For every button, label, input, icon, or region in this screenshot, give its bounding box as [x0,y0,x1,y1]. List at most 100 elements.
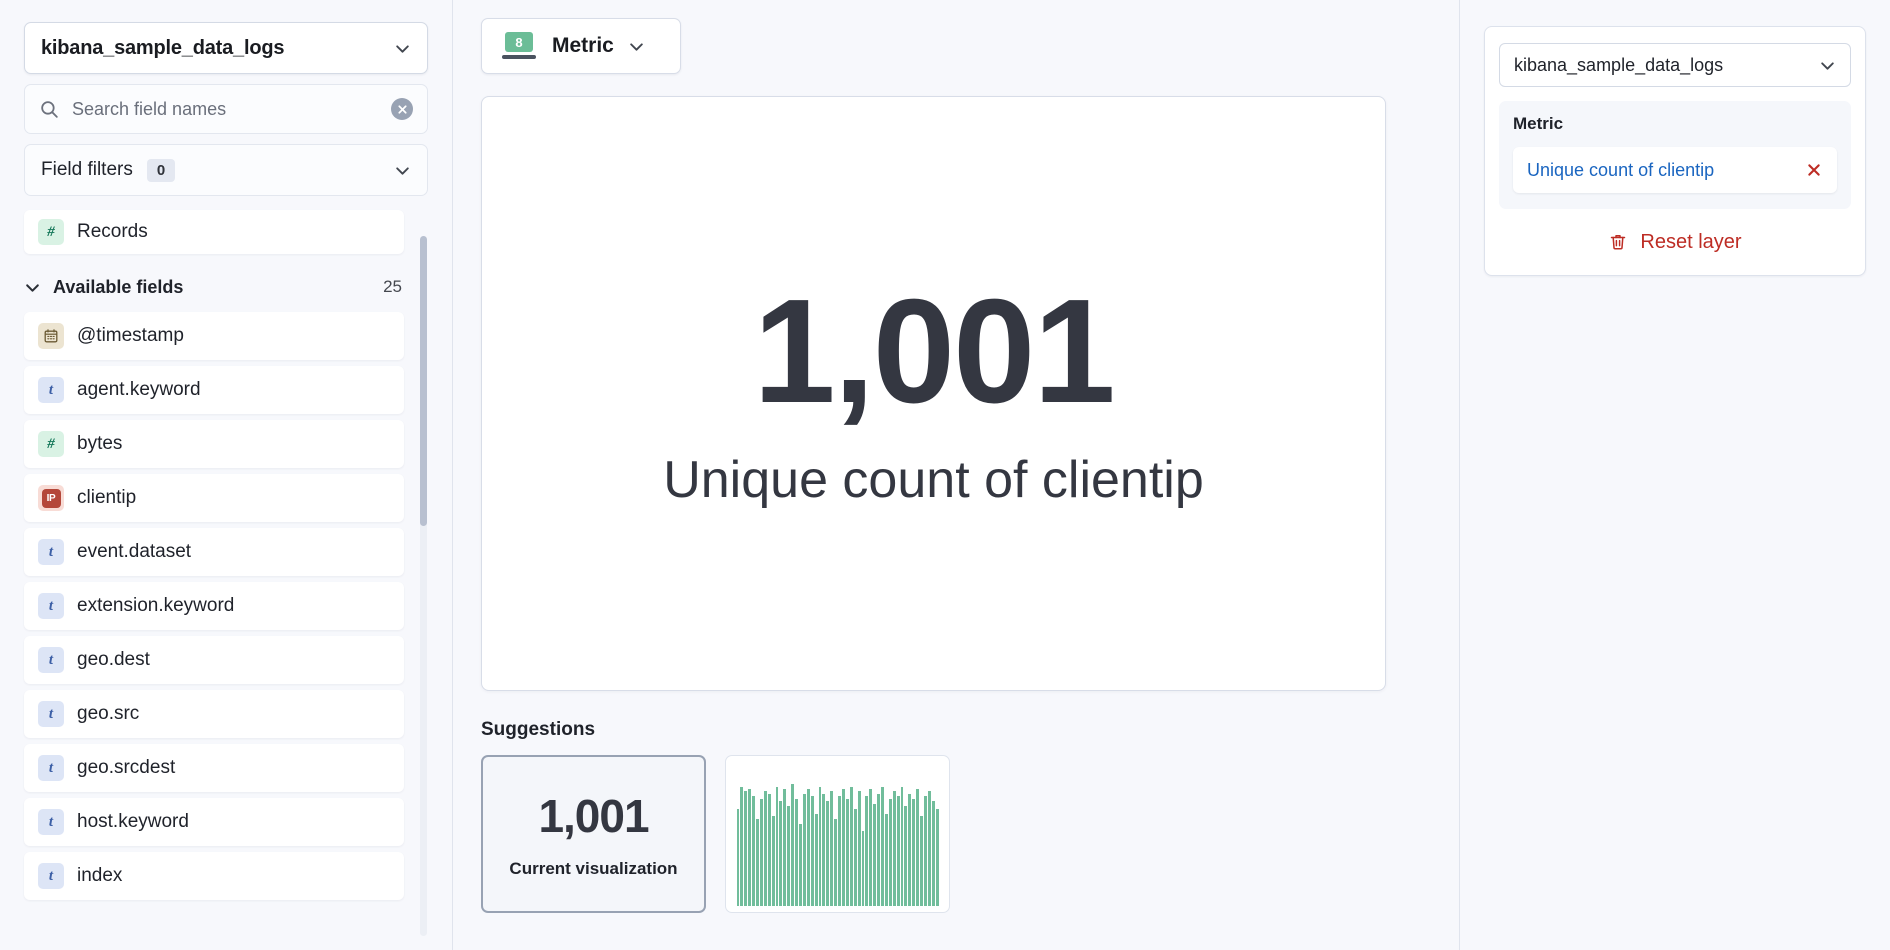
bar [850,787,853,907]
chevron-down-icon [24,279,41,296]
bar [803,794,806,906]
bar [889,799,892,906]
field-item[interactable]: IP clientip [24,474,404,522]
dimension-label: Unique count of clientip [1527,160,1801,181]
field-item[interactable]: tgeo.src [24,690,404,738]
suggestions-list: 1,001 Current visualization [481,755,1460,913]
clear-search-icon[interactable] [391,98,413,120]
data-view-label: kibana_sample_data_logs [41,37,394,60]
reset-layer-button[interactable]: Reset layer [1499,223,1851,261]
bar [822,794,825,906]
field-item[interactable]: tevent.dataset [24,528,404,576]
metric-icon-glyph: 8 [505,32,533,52]
field-name: Records [77,221,148,243]
chevron-down-icon [394,40,411,57]
visualization-canvas[interactable]: 1,001 Unique count of clientip [481,96,1386,691]
suggestion-bar-chart[interactable] [725,755,950,913]
field-item[interactable]: @timestamp [24,312,404,360]
chevron-down-icon [1819,57,1836,74]
suggestion-current-visualization[interactable]: 1,001 Current visualization [481,755,706,913]
bar [858,791,861,906]
bar [760,799,763,906]
field-name: host.keyword [77,811,189,833]
bar [737,809,740,906]
field-item-records[interactable]: # Records [24,210,404,254]
config-data-view-selector[interactable]: kibana_sample_data_logs [1499,43,1851,87]
layer-config-card: kibana_sample_data_logs Metric Unique co… [1484,26,1866,276]
field-name: @timestamp [77,325,184,347]
bar [772,816,775,906]
field-item[interactable]: tindex [24,852,404,900]
available-fields-header[interactable]: Available fields 25 [24,270,428,304]
field-name: bytes [77,433,122,455]
chevron-down-icon [628,38,645,55]
field-filters-label: Field filters [41,159,133,181]
field-name: clientip [77,487,136,509]
field-sidebar: kibana_sample_data_logs Field filters 0 … [0,0,455,950]
bar [791,784,794,906]
bar [783,789,786,906]
bar [811,796,814,906]
date-type-icon [38,323,64,349]
kibana-lens-app: kibana_sample_data_logs Field filters 0 … [0,0,1890,950]
string-type-icon: t [38,755,64,781]
bar [928,791,931,906]
string-type-icon: t [38,539,64,565]
config-data-view-label: kibana_sample_data_logs [1514,55,1819,76]
field-item[interactable]: thost.keyword [24,798,404,846]
available-fields-list[interactable]: @timestamp t agent.keyword # bytes IP clientip… [24,312,404,900]
bar [752,796,755,906]
available-fields-count: 25 [383,277,402,297]
bar [924,796,927,906]
data-view-selector[interactable]: kibana_sample_data_logs [24,22,428,74]
bar [768,794,771,906]
bar [776,787,779,907]
field-item[interactable]: # bytes [24,420,404,468]
field-filters-toggle[interactable]: Field filters 0 [24,144,428,196]
field-name: geo.src [77,703,139,725]
chart-type-switcher[interactable]: 8 Metric [481,18,681,74]
sidebar-scrollbar-thumb[interactable] [420,236,427,526]
bar [885,814,888,906]
field-item[interactable]: t agent.keyword [24,366,404,414]
metric-group-title: Metric [1513,114,1837,134]
chart-type-label: Metric [552,34,614,58]
metric-icon: 8 [502,32,536,60]
field-search-box[interactable] [24,84,428,134]
close-icon[interactable] [1801,157,1827,183]
field-name: index [77,865,122,887]
field-item[interactable]: t geo.srcdest [24,744,404,792]
bar [877,794,880,906]
bar [869,789,872,906]
bar [920,816,923,906]
bar [901,787,904,907]
search-input[interactable] [72,99,391,120]
ip-type-icon: IP [38,485,64,511]
suggestion-metric-value: 1,001 [538,789,648,843]
field-item[interactable]: tgeo.dest [24,636,404,684]
bar [740,787,743,907]
bar [819,787,822,907]
bar [744,791,747,906]
string-type-icon: t [38,377,64,403]
trash-icon [1608,232,1628,252]
bar-chart-thumbnail [733,784,943,912]
bar [873,804,876,906]
field-name: agent.keyword [77,379,201,401]
field-name: geo.srcdest [77,757,175,779]
bar [846,799,849,906]
string-type-icon: t [38,593,64,619]
field-item[interactable]: t extension.keyword [24,582,404,630]
bar [842,789,845,906]
number-type-icon: # [38,431,64,457]
dimension-button-unique-count[interactable]: Unique count of clientip [1513,147,1837,193]
bar [897,796,900,906]
sidebar-divider [452,0,453,950]
field-name: extension.keyword [77,595,234,617]
bar [748,789,751,906]
config-panel: kibana_sample_data_logs Metric Unique co… [1460,0,1890,950]
bar [936,809,939,906]
suggestions-title: Suggestions [481,719,1460,741]
bar [908,794,911,906]
center-divider [1459,0,1460,950]
